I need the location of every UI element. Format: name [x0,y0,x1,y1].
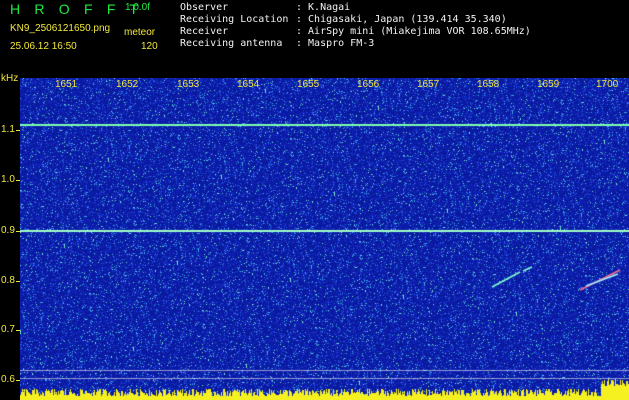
spectrogram-canvas [20,78,629,400]
location-label: Receiving Location [180,14,289,25]
receiver-value: : AirSpy mini (Miakejima VOR 108.65MHz) [296,26,531,37]
version-label: 1.0.0f [125,2,151,13]
y-tick [16,380,20,381]
y-tick-label: 1.1 [1,124,15,135]
y-tick [16,180,20,181]
antenna-label: Receiving antenna [180,38,283,49]
spectrogram-plot [20,78,629,400]
meteor-count: 120 [141,41,158,52]
location-value: : Chigasaki, Japan (139.414 35.340) [296,14,507,25]
meteor-label: meteor [124,27,156,38]
x-tick-label: 1653 [177,79,200,90]
y-tick-label: 0.7 [1,324,15,335]
datetime-label: 25.06.12 16:50 [10,41,77,52]
x-tick-label: 1700 [596,79,619,90]
x-tick-label: 1659 [537,79,560,90]
y-tick-label: 1.0 [1,174,15,185]
y-tick [16,330,20,331]
y-tick [16,231,20,232]
receiver-label: Receiver [180,26,229,37]
filename-label: KN9_2506121650.png [10,23,111,34]
y-tick [16,130,20,131]
y-tick-label: 0.6 [1,374,15,385]
y-tick-label: 0.8 [1,275,15,286]
antenna-value: : Maspro FM-3 [296,38,375,49]
unit-label: kHz [1,73,19,84]
y-tick [16,281,20,282]
x-tick-label: 1657 [417,79,440,90]
x-tick-label: 1658 [477,79,500,90]
x-tick-label: 1655 [297,79,320,90]
x-tick-label: 1654 [237,79,260,90]
y-tick-label: 0.9 [1,225,15,236]
observer-value: : K.Nagai [296,2,351,13]
observer-label: Observer [180,2,229,13]
x-tick-label: 1651 [55,79,78,90]
header-panel: H R O F F T 1.0.0f KN9_2506121650.png 25… [0,0,629,74]
x-tick-label: 1652 [116,79,139,90]
app-title: H R O F F T [10,1,144,17]
x-tick-label: 1656 [357,79,380,90]
